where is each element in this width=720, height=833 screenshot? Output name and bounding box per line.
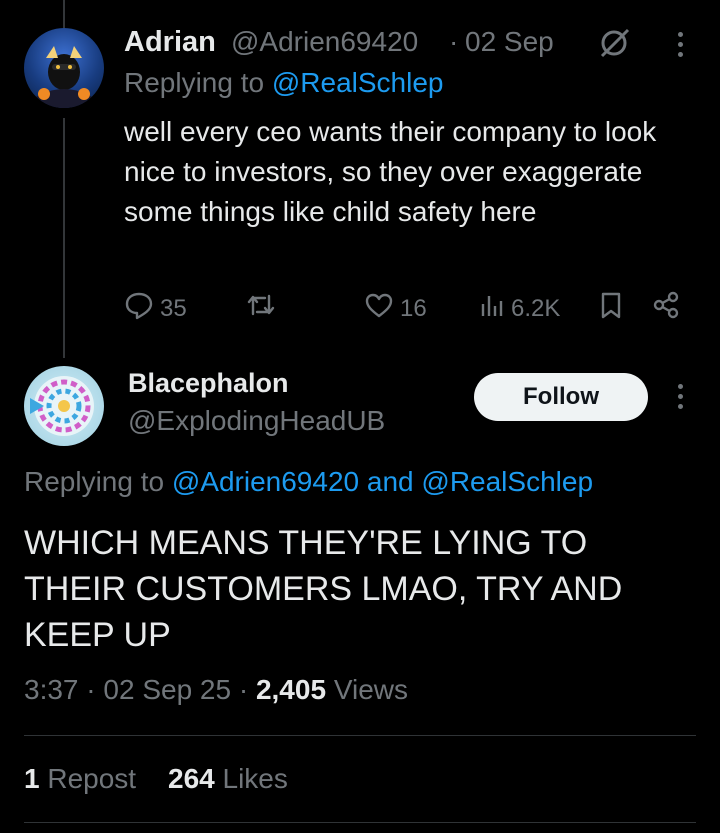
likes-label: Likes xyxy=(222,763,288,794)
and-text: and xyxy=(366,466,414,497)
replying-prefix: Replying to xyxy=(24,466,165,497)
views-icon xyxy=(479,290,505,327)
tweet-text: well every ceo wants their company to lo… xyxy=(124,116,657,227)
separator: · xyxy=(449,26,459,57)
mention-link[interactable]: @RealSchlep xyxy=(272,67,444,98)
repost-button[interactable] xyxy=(245,290,277,327)
tweet-date[interactable]: 02 Sep 25 xyxy=(103,674,231,705)
replying-prefix: Replying to xyxy=(124,67,265,98)
views-count: 2,405 xyxy=(255,674,327,705)
bookmark-button[interactable] xyxy=(598,290,624,327)
tweet-metadata: 3:37 · 02 Sep 25 · 2,405 Views xyxy=(24,674,408,706)
tweet-date[interactable]: 02 Sep xyxy=(465,26,554,58)
divider xyxy=(24,735,696,736)
grok-icon[interactable] xyxy=(598,26,632,65)
like-button[interactable]: 16 xyxy=(364,290,427,327)
reply-count: 35 xyxy=(160,294,187,322)
mention-link[interactable]: @RealSchlep xyxy=(421,466,593,497)
replying-to: Replying to @Adrien69420 and @RealSchlep xyxy=(24,466,593,498)
share-icon xyxy=(651,290,681,327)
mention-link[interactable]: @Adrien69420 xyxy=(172,466,359,497)
display-name[interactable]: Adrian xyxy=(124,26,216,59)
repost-count: 1 xyxy=(24,763,40,794)
bookmark-icon xyxy=(598,290,624,327)
display-name[interactable]: Blacephalon xyxy=(128,368,289,399)
likes-count: 264 xyxy=(168,763,215,794)
avatar[interactable] xyxy=(24,28,104,108)
handle[interactable]: @Adrien69420 xyxy=(231,26,418,58)
thread-line xyxy=(63,0,65,28)
separator: · xyxy=(238,674,249,705)
divider xyxy=(24,822,696,823)
thread-line xyxy=(63,118,65,358)
like-count: 16 xyxy=(400,294,427,322)
handle[interactable]: @ExplodingHeadUB xyxy=(128,405,385,437)
more-icon[interactable] xyxy=(675,384,685,409)
replying-to: Replying to @RealSchlep xyxy=(124,67,444,99)
more-icon[interactable] xyxy=(675,32,685,57)
repost-icon xyxy=(245,290,277,327)
reply-button[interactable]: 35 xyxy=(124,290,187,327)
views-count: 6.2K xyxy=(511,294,561,322)
repost-stat[interactable]: 1 Repost xyxy=(24,763,136,795)
views-label: Views xyxy=(333,674,408,705)
avatar[interactable] xyxy=(24,366,104,446)
tweet-time[interactable]: 3:37 xyxy=(24,674,79,705)
reply-icon xyxy=(124,290,154,327)
follow-button[interactable]: Follow xyxy=(474,373,648,421)
like-icon xyxy=(364,290,394,327)
share-button[interactable] xyxy=(651,290,681,327)
repost-label: Repost xyxy=(47,763,137,794)
tweet-text: WHICH MEANS THEY'RE LYING TO THEIR CUSTO… xyxy=(24,524,623,654)
separator: · xyxy=(86,674,96,705)
views-button[interactable]: 6.2K xyxy=(479,290,560,327)
likes-stat[interactable]: 264 Likes xyxy=(168,763,288,795)
